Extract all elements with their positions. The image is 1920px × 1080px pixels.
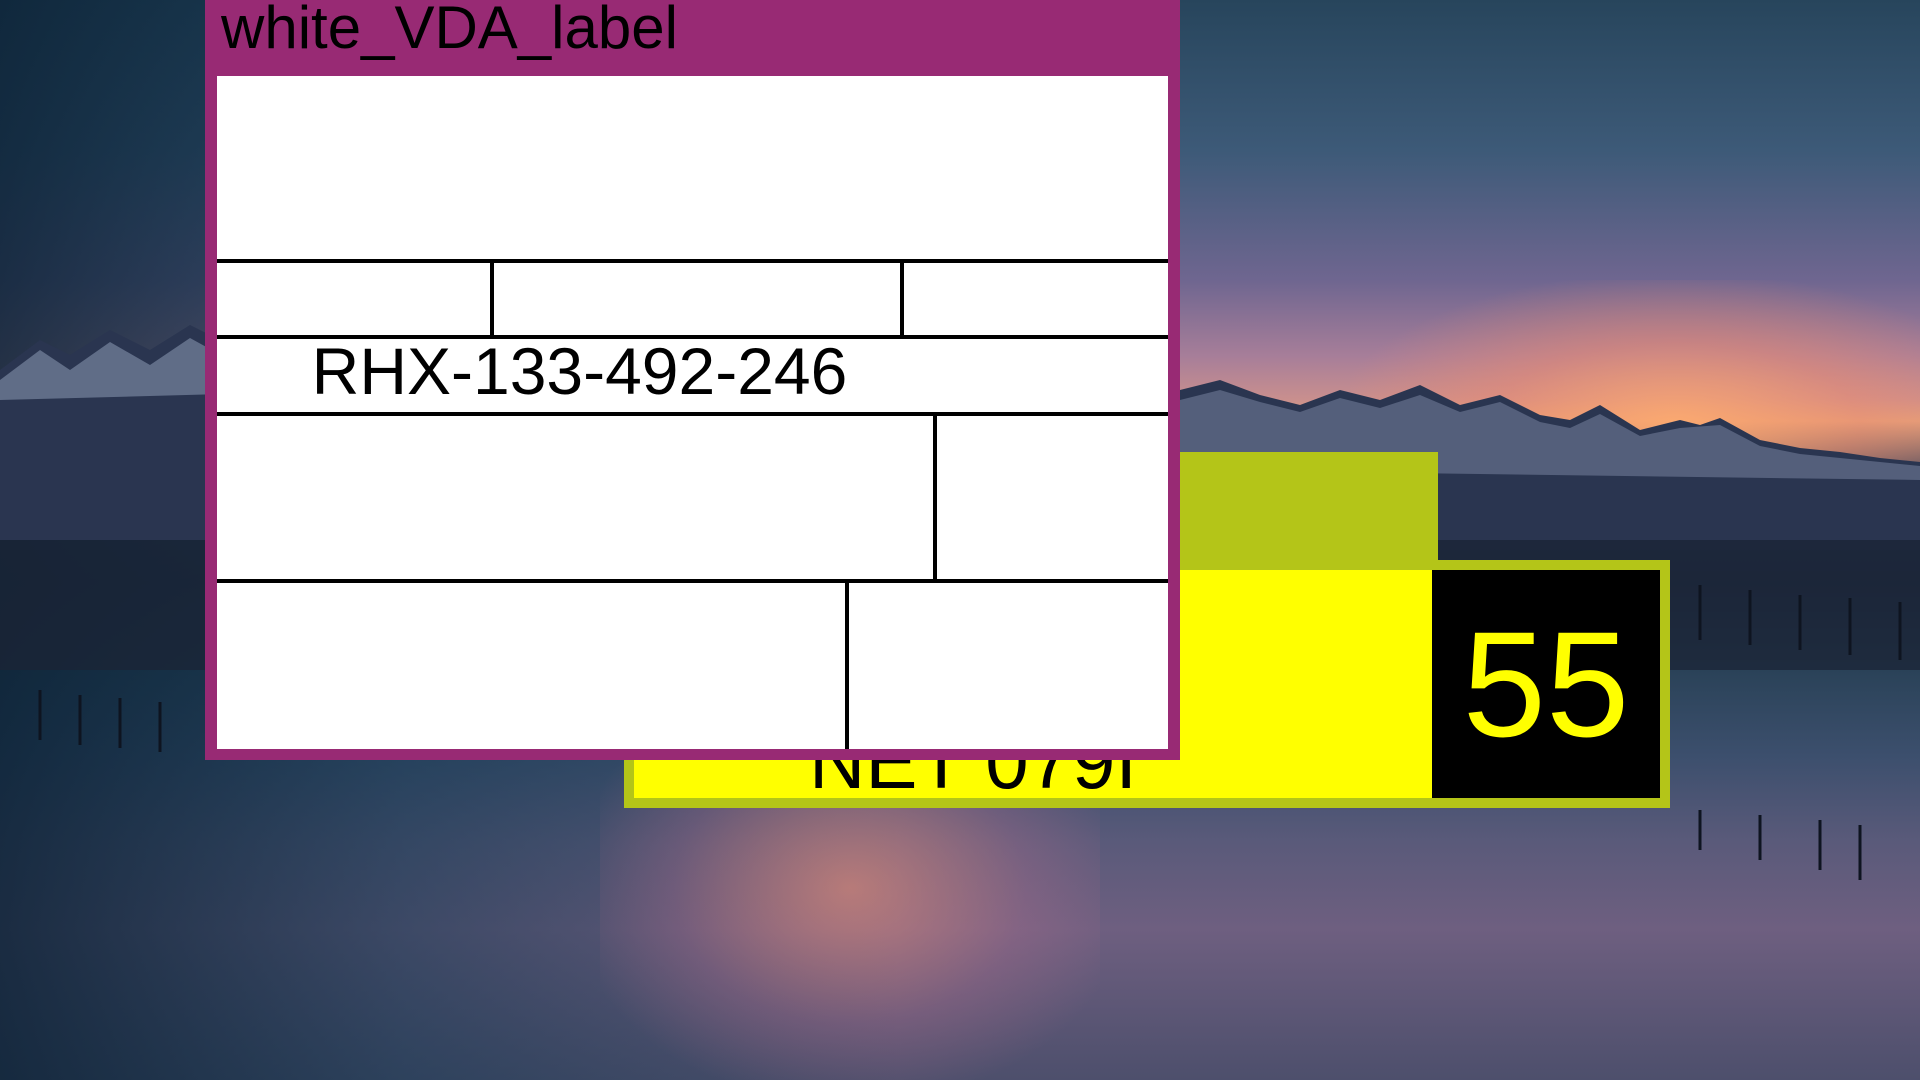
window-title[interactable]: white_VDA_label: [221, 0, 678, 64]
label-divider: [217, 579, 1168, 583]
plate-number: 55: [1432, 570, 1660, 798]
label-divider: [900, 259, 904, 337]
label-code: RHX-133-492-246: [311, 334, 848, 408]
vda-label-window[interactable]: white_VDA_label RHX-133-492-246: [205, 0, 1180, 760]
label-divider: [845, 579, 849, 749]
label-divider: [933, 412, 937, 582]
vda-label-body: RHX-133-492-246: [217, 76, 1168, 749]
label-divider: [217, 259, 1168, 263]
yellow-window-tab[interactable]: [1180, 452, 1438, 568]
label-divider: [217, 412, 1168, 416]
label-divider: [490, 259, 494, 337]
